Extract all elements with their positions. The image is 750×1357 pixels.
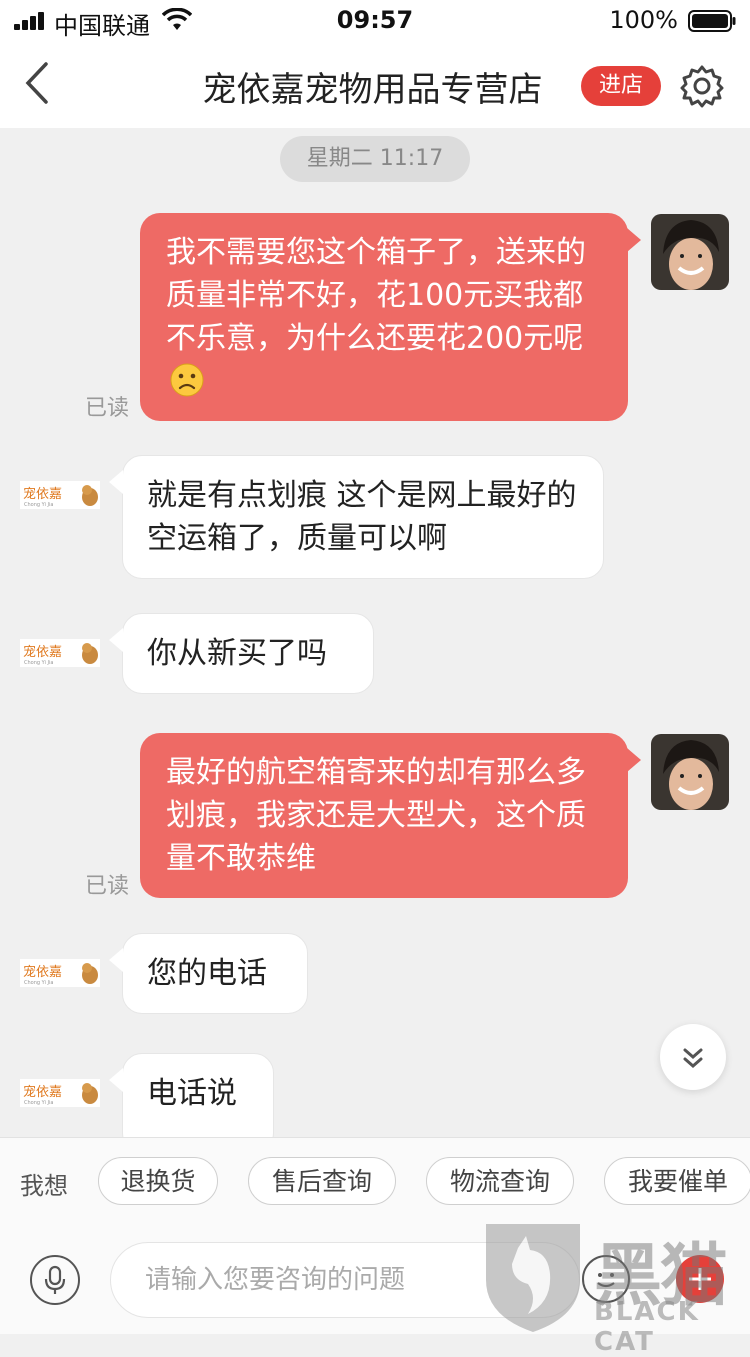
user-avatar[interactable]	[651, 214, 729, 290]
shop-logo-text: 宠依嘉	[23, 964, 62, 980]
status-bar: 中国联通 09:57 100%	[0, 0, 750, 40]
battery-percent: 100%	[609, 6, 678, 34]
double-chevron-down-icon	[683, 1048, 703, 1068]
quick-chip-urge-order[interactable]: 我要催单	[604, 1157, 750, 1205]
scroll-to-bottom-button[interactable]	[660, 1024, 726, 1090]
slightly-frowning-face-icon	[170, 363, 204, 397]
watermark-english: BLACK CAT	[594, 1297, 700, 1357]
message-text: 我不需要您这个箱子了，送来的质量非常不好，花100元买我都不乐意，为什么还要花2…	[166, 235, 586, 356]
bubble-tail	[109, 628, 123, 652]
shop-logo-avatar[interactable]: 宠依嘉 Chong Yi Jia	[20, 639, 100, 667]
message-text: 就是有点划痕 这个是网上最好的空运箱了，质量可以啊	[147, 478, 577, 556]
svg-text:Chong Yi Jia: Chong Yi Jia	[24, 502, 53, 508]
bubble-tail	[627, 228, 641, 252]
chat-timestamp: 星期二 11:17	[280, 136, 470, 182]
shop-logo-text: 宠依嘉	[23, 1084, 62, 1100]
message-text: 你从新买了吗	[147, 636, 327, 671]
message-bubble-incoming[interactable]: 就是有点划痕 这个是网上最好的空运箱了，质量可以啊	[122, 455, 604, 579]
quick-chip-return[interactable]: 退换货	[98, 1157, 218, 1205]
microphone-icon	[44, 1265, 66, 1294]
battery-icon	[688, 10, 736, 32]
bubble-tail	[109, 1068, 123, 1092]
quick-actions-bar: 我想 退换货 售后查询 物流查询 我要催单	[0, 1137, 750, 1226]
message-text: 最好的航空箱寄来的却有那么多划痕，我家还是大型犬，这个质量不敢恭维	[166, 755, 586, 876]
gear-icon[interactable]	[680, 64, 724, 108]
message-text: 电话说	[147, 1076, 237, 1111]
quick-chip-aftersale[interactable]: 售后查询	[248, 1157, 396, 1205]
bubble-tail	[109, 470, 123, 494]
voice-input-button[interactable]	[30, 1255, 80, 1305]
user-avatar[interactable]	[651, 734, 729, 810]
bubble-tail	[627, 748, 641, 772]
enter-store-button[interactable]: 进店	[581, 66, 661, 106]
quick-actions-label: 我想	[20, 1172, 68, 1200]
message-bubble-outgoing[interactable]: 我不需要您这个箱子了，送来的质量非常不好，花100元买我都不乐意，为什么还要花2…	[140, 213, 628, 421]
quick-chip-logistics[interactable]: 物流查询	[426, 1157, 574, 1205]
bubble-tail	[109, 948, 123, 972]
message-bubble-outgoing[interactable]: 最好的航空箱寄来的却有那么多划痕，我家还是大型犬，这个质量不敢恭维	[140, 733, 628, 898]
message-text: 您的电话	[147, 956, 267, 991]
nav-bar: 宠依嘉宠物用品专营店 进店	[0, 40, 750, 128]
svg-text:Chong Yi Jia: Chong Yi Jia	[24, 660, 53, 666]
read-status: 已读	[85, 874, 130, 899]
message-bubble-incoming[interactable]: 您的电话	[122, 933, 308, 1014]
black-cat-shield-logo	[486, 1224, 580, 1332]
shop-logo-text: 宠依嘉	[23, 486, 62, 502]
shop-logo-avatar[interactable]: 宠依嘉 Chong Yi Jia	[20, 959, 100, 987]
svg-text:Chong Yi Jia: Chong Yi Jia	[24, 980, 53, 986]
message-bubble-incoming[interactable]: 你从新买了吗	[122, 613, 374, 694]
read-status: 已读	[85, 396, 130, 421]
shop-logo-text: 宠依嘉	[23, 644, 62, 660]
svg-text:Chong Yi Jia: Chong Yi Jia	[24, 1100, 53, 1106]
shop-logo-avatar[interactable]: 宠依嘉 Chong Yi Jia	[20, 1079, 100, 1107]
shop-logo-avatar[interactable]: 宠依嘉 Chong Yi Jia	[20, 481, 100, 509]
